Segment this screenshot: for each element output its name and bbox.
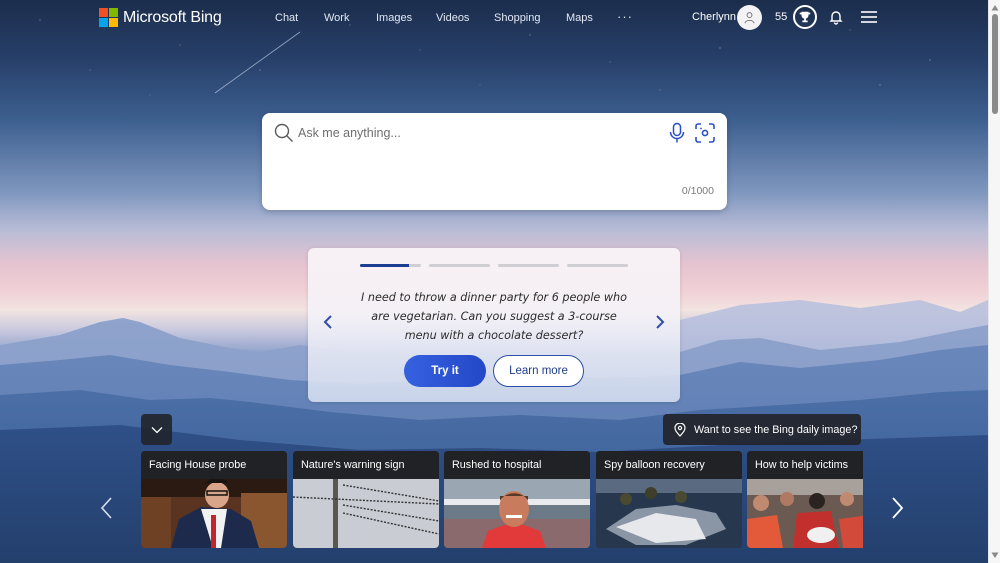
news-card[interactable]: How to help victims [747, 451, 863, 548]
nav-shopping[interactable]: Shopping [494, 12, 541, 24]
news-next-chevron-icon[interactable] [889, 496, 905, 520]
avatar[interactable] [737, 5, 762, 30]
news-thumbnail [596, 479, 742, 548]
nav-images[interactable]: Images [376, 12, 412, 24]
news-prev-chevron-icon[interactable] [99, 496, 115, 520]
news-title: Spy balloon recovery [596, 451, 742, 479]
nav-work[interactable]: Work [324, 12, 349, 24]
search-icon [274, 123, 293, 142]
news-card[interactable]: Facing House probe [141, 451, 287, 548]
progress-step-1[interactable] [360, 264, 421, 267]
news-card[interactable]: Nature's warning sign [293, 451, 439, 548]
news-card[interactable]: Spy balloon recovery [596, 451, 742, 548]
suggestion-prev-chevron-icon[interactable] [320, 312, 336, 332]
news-card[interactable]: Rushed to hospital [444, 451, 590, 548]
nav-chat[interactable]: Chat [275, 12, 298, 24]
scroll-up-arrow-icon[interactable] [991, 4, 999, 12]
news-title: Rushed to hospital [444, 451, 590, 479]
rewards-button[interactable] [793, 5, 817, 29]
news-thumbnail [141, 479, 287, 548]
chevron-down-icon [151, 426, 162, 433]
suggestion-card: I need to throw a dinner party for 6 peo… [308, 248, 680, 402]
news-thumbnail [444, 479, 590, 548]
search-input[interactable] [298, 123, 658, 143]
suggestion-text: I need to throw a dinner party for 6 peo… [361, 291, 627, 342]
search-box: 0/1000 [262, 113, 727, 210]
suggestion-next-chevron-icon[interactable] [652, 312, 668, 332]
collapse-feed-button[interactable] [141, 414, 172, 445]
news-title: How to help victims [747, 451, 863, 479]
scrollbar-thumb[interactable] [992, 14, 998, 114]
location-pin-icon [674, 422, 686, 437]
news-title: Facing House probe [141, 451, 287, 479]
visual-search-icon[interactable] [694, 122, 716, 144]
character-count: 0/1000 [681, 185, 714, 197]
news-thumbnail [293, 479, 439, 548]
top-header: Microsoft Bing Chat Work Images Videos S… [0, 0, 988, 36]
progress-step-2[interactable] [429, 264, 490, 267]
progress-step-4[interactable] [567, 264, 628, 267]
daily-image-label: Want to see the Bing daily image? [694, 423, 858, 436]
progress-step-1-fill [360, 264, 409, 267]
news-carousel: Facing House probe Nature's warning sign… [141, 451, 863, 548]
learn-more-button[interactable]: Learn more [493, 355, 584, 387]
try-it-button[interactable]: Try it [404, 355, 486, 387]
microphone-icon[interactable] [668, 122, 686, 144]
daily-image-button[interactable]: Want to see the Bing daily image? [663, 414, 861, 445]
page-scrollbar[interactable] [988, 0, 1000, 563]
progress-step-3[interactable] [498, 264, 559, 267]
nav-maps[interactable]: Maps [566, 12, 593, 24]
news-title: Nature's warning sign [293, 451, 439, 479]
nav-more-button[interactable]: ··· [617, 9, 633, 24]
bell-icon[interactable] [828, 9, 844, 25]
trophy-icon [799, 11, 811, 23]
nav-videos[interactable]: Videos [436, 12, 469, 24]
microsoft-logo-icon [99, 8, 118, 27]
person-icon [744, 12, 755, 24]
scroll-down-arrow-icon[interactable] [991, 551, 999, 559]
user-name[interactable]: Cherlynn [692, 11, 736, 23]
bing-logo[interactable]: Microsoft Bing [99, 8, 222, 27]
brand-name: Microsoft Bing [123, 8, 222, 26]
rewards-points[interactable]: 55 [775, 11, 787, 23]
hamburger-menu-icon[interactable] [860, 10, 878, 24]
suggestion-progress [360, 264, 628, 267]
news-thumbnail [747, 479, 863, 548]
